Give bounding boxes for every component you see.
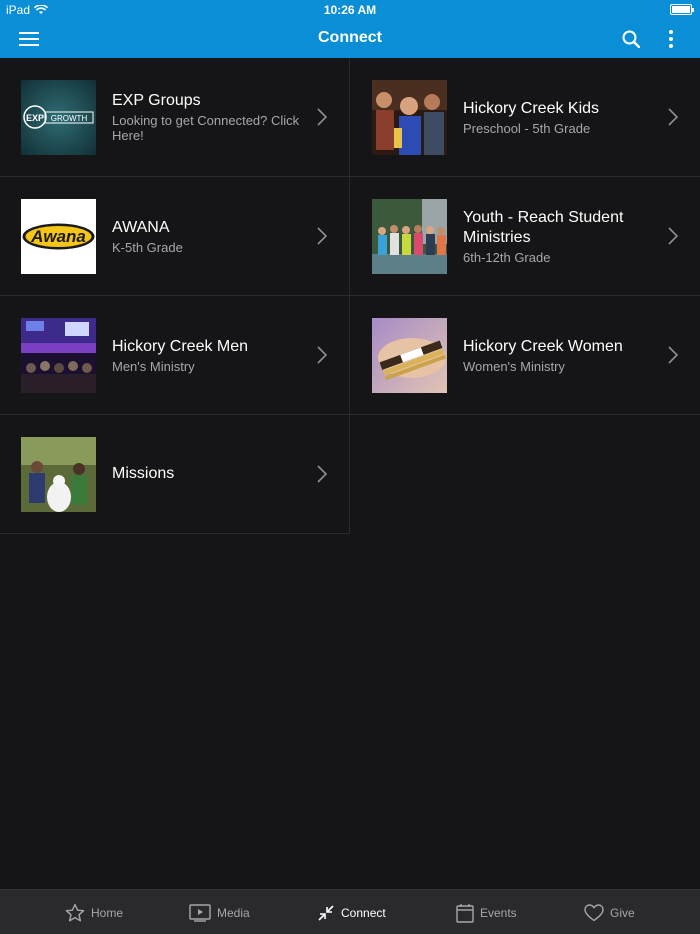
item-text: Youth - Reach Student Ministries 6th-12t… [463, 177, 660, 295]
battery-icon [670, 4, 694, 15]
more-vertical-icon [669, 30, 673, 48]
tab-connect[interactable]: Connect [317, 890, 386, 934]
svg-text:GROWTH: GROWTH [51, 114, 88, 123]
search-button[interactable] [617, 25, 645, 53]
tab-label: Events [480, 905, 517, 920]
tab-label: Media [217, 905, 250, 920]
svg-text:EXP: EXP [26, 113, 44, 123]
more-button[interactable] [657, 25, 685, 53]
tab-label: Connect [341, 905, 386, 920]
youth-photo-thumbnail [372, 199, 447, 274]
item-subtitle: 6th-12th Grade [463, 249, 551, 265]
calendar-icon [456, 903, 474, 923]
women-photo-thumbnail [372, 318, 447, 393]
item-title: Hickory Creek Women [463, 337, 623, 355]
chevron-right-icon [668, 227, 678, 245]
chevron-right-icon [317, 346, 327, 364]
item-text: AWANA K-5th Grade [112, 177, 309, 295]
item-title: Missions [112, 465, 175, 482]
item-subtitle: Men's Ministry [112, 358, 195, 374]
missions-photo-thumbnail [21, 437, 96, 512]
exp-groups-thumbnail: EXP GROWTH [21, 80, 96, 155]
nav-bar: Connect [0, 20, 700, 58]
tab-home[interactable]: Home [65, 890, 123, 934]
item-text: Hickory Creek Men Men's Ministry [112, 296, 309, 414]
tab-media[interactable]: Media [189, 890, 250, 934]
item-title: EXP Groups [112, 92, 201, 109]
chevron-right-icon [317, 227, 327, 245]
kids-photo-thumbnail [372, 80, 447, 155]
item-text: Missions [112, 415, 309, 533]
connect-icon [318, 904, 334, 921]
item-title: Hickory Creek Kids [463, 99, 600, 117]
connect-item-exp-groups[interactable]: EXP GROWTH EXP Groups Looking to get Con… [0, 58, 350, 177]
heart-icon [584, 903, 604, 921]
chevron-right-icon [317, 465, 327, 483]
search-icon [622, 30, 640, 48]
chevron-right-icon [668, 346, 678, 364]
awana-logo-thumbnail: Awana [21, 199, 96, 274]
tab-label: Home [91, 905, 124, 920]
tab-give[interactable]: Give [584, 890, 635, 934]
item-subtitle: Women's Ministry [463, 358, 565, 374]
item-title: Hickory Creek Men [112, 337, 249, 355]
tab-events[interactable]: Events [456, 890, 517, 934]
item-subtitle: K-5th Grade [112, 239, 183, 255]
status-time: 10:26 AM [323, 3, 377, 17]
chevron-right-icon [317, 108, 327, 126]
item-text: EXP Groups Looking to get Connected? Cli… [112, 58, 309, 176]
connect-item-hickory-creek-men[interactable]: Hickory Creek Men Men's Ministry [0, 296, 350, 415]
chevron-right-icon [668, 108, 678, 126]
status-bar: iPad 10:26 AM [0, 0, 700, 20]
page-title: Connect [318, 29, 382, 46]
media-icon [189, 903, 211, 922]
connect-item-awana[interactable]: Awana AWANA K-5th Grade [0, 177, 350, 296]
item-subtitle: Preschool - 5th Grade [463, 120, 591, 136]
svg-text:Awana: Awana [30, 227, 86, 246]
item-title: AWANA [112, 218, 170, 236]
connect-item-hickory-creek-women[interactable]: Hickory Creek Women Women's Ministry [350, 296, 700, 415]
men-photo-thumbnail [21, 318, 96, 393]
item-title: Youth - Reach Student Ministries [463, 208, 624, 246]
star-icon [65, 903, 85, 921]
item-subtitle: Looking to get Connected? Click Here! [112, 113, 300, 143]
connect-item-youth-reach[interactable]: Youth - Reach Student Ministries 6th-12t… [350, 177, 700, 296]
connect-item-hickory-creek-kids[interactable]: Hickory Creek Kids Preschool - 5th Grade [350, 58, 700, 177]
item-text: Hickory Creek Kids Preschool - 5th Grade [463, 58, 660, 176]
tab-label: Give [610, 905, 635, 920]
connect-item-missions[interactable]: Missions [0, 415, 350, 534]
item-text: Hickory Creek Women Women's Ministry [463, 296, 660, 414]
tab-bar: Home Media Connect Events Give [0, 889, 700, 934]
